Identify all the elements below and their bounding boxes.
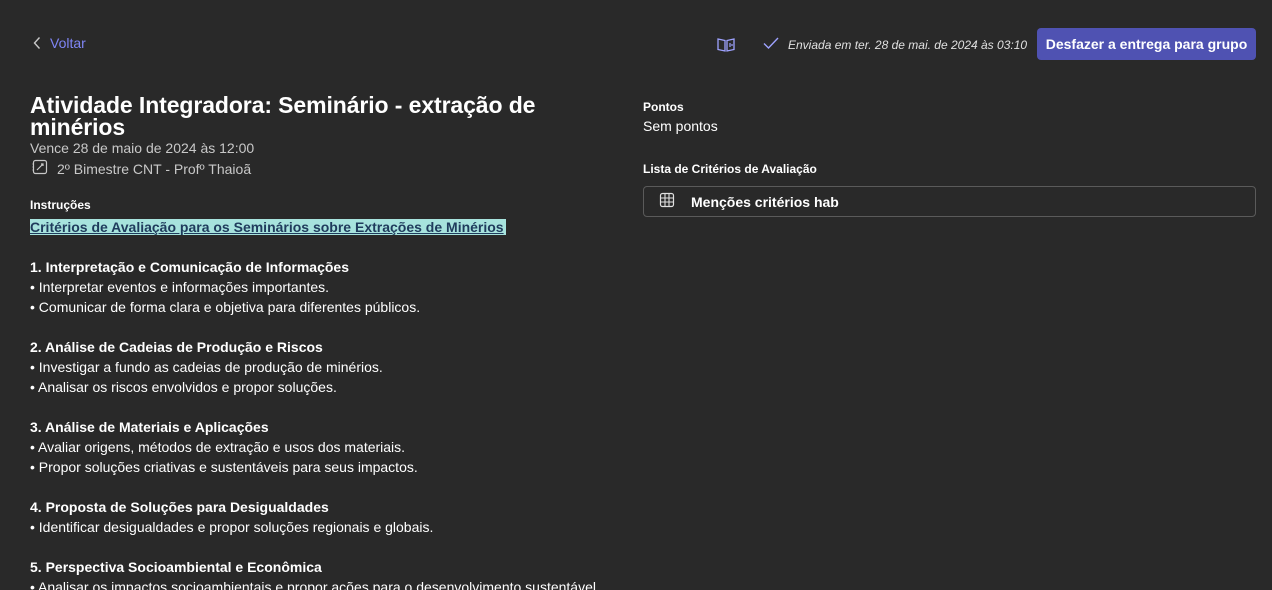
instruction-heading: 4. Proposta de Soluções para Desigualdad… — [30, 499, 329, 515]
instructions-link-line: Critérios de Avaliação para os Seminário… — [30, 217, 630, 237]
instruction-heading: 3. Análise de Materiais e Aplicações — [30, 419, 269, 435]
due-date: Vence 28 de maio de 2024 às 12:00 — [30, 140, 255, 156]
instruction-heading: 1. Interpretação e Comunicação de Inform… — [30, 259, 349, 275]
undo-submission-button[interactable]: Desfazer a entrega para grupo — [1037, 28, 1256, 60]
instruction-line: • Avaliar origens, métodos de extração e… — [30, 439, 406, 455]
chevron-left-icon — [32, 36, 42, 50]
assignment-page: Voltar Enviada em ter. 28 de mai. de 202… — [0, 0, 1272, 590]
instruction-line: • Propor soluções criativas e sustentáve… — [30, 459, 418, 475]
instruction-line: • Investigar a fundo as cadeias de produ… — [30, 359, 383, 375]
instruction-line — [30, 537, 630, 557]
assignment-title: Atividade Integradora: Seminário - extra… — [30, 92, 536, 140]
back-label[interactable]: Voltar — [50, 35, 86, 51]
instruction-line — [30, 477, 630, 497]
instructions-body: Critérios de Avaliação para os Seminário… — [30, 217, 630, 590]
grid-table-icon — [659, 192, 675, 211]
checkmark-icon — [762, 36, 780, 53]
instruction-line: • Comunicar de forma clara e objetiva pa… — [30, 299, 421, 315]
instruction-line — [30, 237, 630, 257]
points-value: Sem pontos — [643, 118, 718, 134]
instruction-heading: 2. Análise de Cadeias de Produção e Risc… — [30, 339, 323, 355]
criteria-link[interactable]: Critérios de Avaliação para os Seminário… — [30, 219, 506, 235]
points-label: Pontos — [643, 100, 684, 114]
sent-status-text: Enviada em ter. 28 de mai. de 2024 às 03… — [788, 37, 1028, 52]
instruction-line: • Analisar os riscos envolvidos e propor… — [30, 379, 337, 395]
instruction-line — [30, 397, 630, 417]
instruction-line: • Interpretar eventos e informações impo… — [30, 279, 330, 295]
submission-status: Enviada em ter. 28 de mai. de 2024 às 03… — [762, 36, 1027, 53]
instructions-label: Instruções — [30, 198, 91, 212]
rubric-card[interactable]: Menções critérios hab — [643, 186, 1256, 217]
instruction-heading: 5. Perspectiva Socioambiental e Econômic… — [30, 559, 322, 575]
instruction-line: • Identificar desigualdades e propor sol… — [30, 519, 434, 535]
back-link[interactable]: Voltar — [32, 35, 86, 51]
class-notebook-icon — [32, 159, 48, 178]
instruction-line — [30, 317, 630, 337]
class-name: 2º Bimestre CNT - Profº Thaioã — [57, 160, 252, 177]
rubric-name[interactable]: Menções critérios hab — [691, 194, 839, 210]
immersive-reader-icon[interactable] — [716, 36, 736, 54]
class-info: 2º Bimestre CNT - Profº Thaioã — [32, 159, 251, 178]
rubric-label: Lista de Critérios de Avaliação — [643, 162, 817, 176]
instruction-line: • Analisar os impactos socioambientais e… — [30, 579, 600, 590]
